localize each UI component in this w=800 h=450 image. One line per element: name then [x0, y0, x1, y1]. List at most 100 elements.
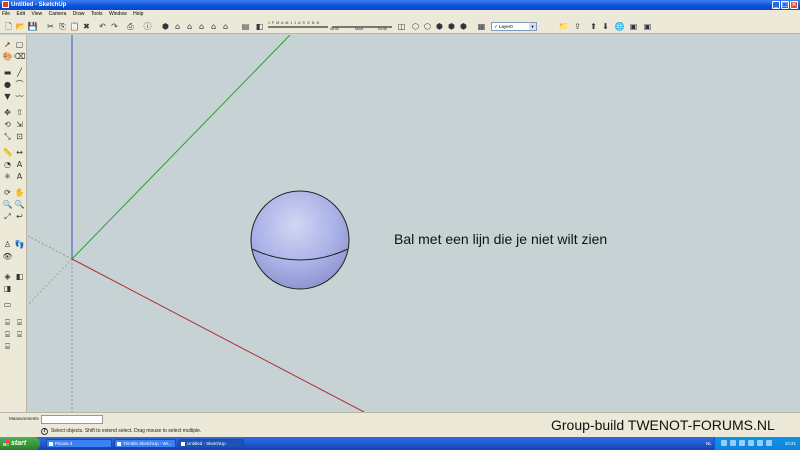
- follow-me-icon[interactable]: ⇲: [14, 119, 25, 130]
- back-view-icon[interactable]: ⌂: [208, 21, 219, 32]
- open-folder-icon[interactable]: 📁: [558, 21, 569, 32]
- xray-icon[interactable]: ◫: [396, 21, 407, 32]
- save-icon[interactable]: 💾: [27, 21, 38, 32]
- section-plane-icon[interactable]: ◈: [2, 271, 13, 282]
- monochrome-icon[interactable]: ⬢: [458, 21, 469, 32]
- open-icon[interactable]: 📂: [15, 21, 26, 32]
- new-icon[interactable]: 🗋: [3, 21, 14, 32]
- help-icon[interactable]: ?: [41, 428, 48, 435]
- make-component-icon[interactable]: ▢: [14, 39, 25, 50]
- cut-icon[interactable]: ✂: [45, 21, 56, 32]
- get-photo-icon[interactable]: ⬇: [600, 21, 611, 32]
- shadows-icon[interactable]: ▤: [240, 21, 251, 32]
- place-model-icon[interactable]: ⬆: [588, 21, 599, 32]
- display-icon[interactable]: [757, 440, 763, 446]
- sandbox-icon[interactable]: ▭: [2, 299, 13, 310]
- redo-icon[interactable]: ↷: [109, 21, 120, 32]
- sandbox-scratch-icon[interactable]: ⌸: [14, 317, 25, 328]
- sandbox-smoove-icon[interactable]: ⌸: [2, 329, 13, 340]
- taskbar-item-trimble[interactable]: Trimble SketchUp - Wi...: [114, 439, 176, 448]
- wireframe-icon[interactable]: ⬡: [410, 21, 421, 32]
- scale-icon[interactable]: ⤡: [2, 131, 13, 142]
- dimension-icon[interactable]: ↔: [14, 147, 25, 158]
- messenger-icon[interactable]: [766, 440, 772, 446]
- menu-view[interactable]: View: [31, 10, 42, 19]
- select-icon[interactable]: ➚: [2, 39, 13, 50]
- close-button[interactable]: ×: [790, 1, 798, 9]
- left-view-icon[interactable]: ⌂: [220, 21, 231, 32]
- section-cuts-icon[interactable]: ◨: [2, 283, 13, 294]
- iso-view-icon[interactable]: ⬢: [160, 21, 171, 32]
- zoom-icon[interactable]: 🔍: [2, 199, 13, 210]
- layer-select[interactable]: ✓ Layer0 ▼: [491, 22, 537, 31]
- updates-icon[interactable]: [748, 440, 754, 446]
- circle-icon[interactable]: ●: [2, 79, 13, 90]
- menu-file[interactable]: File: [2, 10, 10, 19]
- eraser-icon[interactable]: ⌫: [14, 51, 25, 62]
- look-around-icon[interactable]: 👁: [2, 251, 13, 262]
- model-scene[interactable]: [28, 35, 800, 412]
- sandbox-stamp-icon[interactable]: ⌸: [14, 329, 25, 340]
- freehand-icon[interactable]: 〰: [14, 91, 25, 102]
- zoom-extents-icon[interactable]: ⤢: [2, 211, 13, 222]
- sphere[interactable]: [250, 190, 350, 290]
- date-slider[interactable]: [268, 26, 328, 28]
- right-view-icon[interactable]: ⌂: [196, 21, 207, 32]
- language-indicator[interactable]: NL: [706, 441, 712, 446]
- axes-icon[interactable]: ✳: [2, 171, 13, 182]
- walk-icon[interactable]: 👣: [14, 239, 25, 250]
- paste-icon[interactable]: 📋: [69, 21, 80, 32]
- measurements-input[interactable]: [41, 415, 103, 424]
- polygon-icon[interactable]: ▼: [2, 91, 13, 102]
- maximize-button[interactable]: □: [781, 1, 789, 9]
- start-button[interactable]: start: [0, 437, 40, 450]
- menu-edit[interactable]: Edit: [16, 10, 25, 19]
- copy-icon[interactable]: ⎘: [57, 21, 68, 32]
- components-icon[interactable]: ▣: [642, 21, 653, 32]
- menu-camera[interactable]: Camera: [49, 10, 67, 19]
- offset-icon[interactable]: ⊡: [14, 131, 25, 142]
- rotate-icon[interactable]: ⟲: [2, 119, 13, 130]
- move-icon[interactable]: ✥: [2, 107, 13, 118]
- sandbox-contours-icon[interactable]: ⌸: [2, 317, 13, 328]
- undo-icon[interactable]: ↶: [97, 21, 108, 32]
- paint-bucket-icon[interactable]: 🎨: [2, 51, 13, 62]
- print-icon[interactable]: ⎙: [125, 21, 136, 32]
- share-icon[interactable]: ⇪: [572, 21, 583, 32]
- menu-draw[interactable]: Draw: [73, 10, 85, 19]
- drawing-viewport[interactable]: Bal met een lijn die je niet wilt zien: [28, 35, 800, 412]
- previous-view-icon[interactable]: ↩: [14, 211, 25, 222]
- menu-help[interactable]: Help: [133, 10, 143, 19]
- orbit-icon[interactable]: ⟳: [2, 187, 13, 198]
- menu-window[interactable]: Window: [109, 10, 127, 19]
- line-icon[interactable]: ╱: [14, 67, 25, 78]
- text-icon[interactable]: A: [14, 159, 25, 170]
- tape-measure-icon[interactable]: 📏: [2, 147, 13, 158]
- hidden-line-icon[interactable]: ⬡: [422, 21, 433, 32]
- front-view-icon[interactable]: ⌂: [184, 21, 195, 32]
- zoom-window-icon[interactable]: 🔍: [14, 199, 25, 210]
- protractor-icon[interactable]: ◔: [2, 159, 13, 170]
- erase-icon[interactable]: ✖: [81, 21, 92, 32]
- arc-icon[interactable]: ⌒: [14, 79, 25, 90]
- network-icon[interactable]: [721, 440, 727, 446]
- rectangle-icon[interactable]: ▬: [2, 67, 13, 78]
- sandbox-drape-icon[interactable]: ⌸: [2, 341, 13, 352]
- section-display-icon[interactable]: ◧: [14, 271, 25, 282]
- google-earth-icon[interactable]: 🌐: [614, 21, 625, 32]
- clock[interactable]: 10:21: [785, 441, 796, 446]
- push-pull-icon[interactable]: ⇧: [14, 107, 25, 118]
- top-view-icon[interactable]: ⌂: [172, 21, 183, 32]
- warehouse-icon[interactable]: ▣: [628, 21, 639, 32]
- shaded-icon[interactable]: ⬢: [434, 21, 445, 32]
- fog-icon[interactable]: ◧: [254, 21, 265, 32]
- chevron-down-icon[interactable]: ▼: [529, 23, 536, 30]
- security-icon[interactable]: [739, 440, 745, 446]
- model-info-icon[interactable]: ⓘ: [142, 21, 153, 32]
- textured-icon[interactable]: ⬢: [446, 21, 457, 32]
- menu-tools[interactable]: Tools: [91, 10, 103, 19]
- layer-manager-icon[interactable]: ▦: [476, 21, 487, 32]
- minimize-button[interactable]: _: [772, 1, 780, 9]
- pan-icon[interactable]: ✋: [14, 187, 25, 198]
- taskbar-item-picasa[interactable]: Picasa 3: [46, 439, 112, 448]
